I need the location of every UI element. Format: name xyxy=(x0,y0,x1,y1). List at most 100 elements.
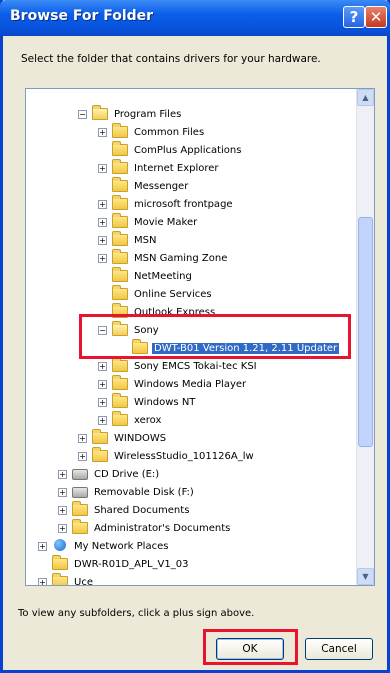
tree-item-label: NetMeeting xyxy=(134,270,192,282)
expand-icon[interactable]: + xyxy=(98,127,107,137)
help-button[interactable]: ? xyxy=(343,6,365,28)
expand-icon[interactable]: + xyxy=(98,235,107,245)
folder-icon xyxy=(52,573,68,585)
expand-icon[interactable]: + xyxy=(98,253,107,263)
folder-icon xyxy=(112,249,128,264)
tree-item-label: MSN Gaming Zone xyxy=(134,252,228,264)
tree-item-dwt-b01-updater[interactable]: DWT-B01 Version 1.21, 2.11 Updater xyxy=(118,339,340,357)
tree-item-label: Uce xyxy=(74,576,93,586)
tree-item-movie-maker[interactable]: + Movie Maker xyxy=(98,213,199,231)
tree-item-label: Common Files xyxy=(134,126,205,138)
tree-item-xerox[interactable]: + xerox xyxy=(98,411,163,429)
tree-item-netmeeting[interactable]: NetMeeting xyxy=(98,267,194,285)
tree-item-label: ComPlus Applications xyxy=(134,144,242,156)
folder-icon xyxy=(52,555,68,570)
tree-item-windows-nt[interactable]: + Windows NT xyxy=(98,393,197,411)
tree-item-outlook-express[interactable]: Outlook Express xyxy=(98,303,217,321)
expand-icon[interactable]: + xyxy=(78,433,87,443)
tree-item-label: Windows Media Player xyxy=(134,378,247,390)
collapse-icon[interactable]: − xyxy=(98,325,107,335)
subfolder-hint: To view any subfolders, click a plus sig… xyxy=(18,608,255,619)
folder-icon xyxy=(92,429,108,444)
instruction-text: Select the folder that contains drivers … xyxy=(21,53,321,65)
expand-icon[interactable]: + xyxy=(58,505,67,515)
tree-item-program-files[interactable]: − Program Files xyxy=(78,105,183,123)
tree-item-sony[interactable]: − Sony xyxy=(98,321,161,339)
tree-item-label: Shared Documents xyxy=(94,504,190,516)
expand-icon[interactable]: + xyxy=(98,217,107,227)
expand-icon[interactable]: + xyxy=(98,163,107,173)
scroll-up-icon[interactable]: ▲ xyxy=(357,89,374,106)
expand-icon[interactable]: + xyxy=(98,199,107,209)
tree-item-label-selected: DWT-B01 Version 1.21, 2.11 Updater xyxy=(152,342,340,354)
folder-icon xyxy=(72,501,88,516)
scroll-down-icon[interactable]: ▼ xyxy=(357,568,374,585)
collapse-icon[interactable]: − xyxy=(78,109,87,119)
tree-item-dwr-r01d[interactable]: DWR-R01D_APL_V1_03 xyxy=(38,555,190,573)
cancel-button[interactable]: Cancel xyxy=(305,638,373,660)
folder-icon xyxy=(112,231,128,246)
folder-icon xyxy=(112,141,128,156)
vertical-scrollbar[interactable]: ▲ ▼ xyxy=(356,89,374,585)
expand-icon[interactable]: + xyxy=(78,451,87,461)
tree-item-messenger[interactable]: Messenger xyxy=(98,177,190,195)
folder-icon xyxy=(112,123,128,138)
tree-item-windows-media-player[interactable]: + Windows Media Player xyxy=(98,375,248,393)
folder-icon xyxy=(112,285,128,300)
tree-item-internet-explorer[interactable]: + Internet Explorer xyxy=(98,159,221,177)
tree-item-shared-documents[interactable]: + Shared Documents xyxy=(58,501,191,519)
expand-icon[interactable]: + xyxy=(58,523,67,533)
tree-item-my-network-places[interactable]: + My Network Places xyxy=(38,537,170,555)
tree-item-online-services[interactable]: Online Services xyxy=(98,285,214,303)
folder-icon xyxy=(112,195,128,210)
folder-icon xyxy=(112,357,128,372)
expand-icon[interactable]: + xyxy=(98,379,107,389)
expand-icon[interactable]: + xyxy=(38,577,47,585)
folder-icon xyxy=(112,267,128,282)
close-button[interactable]: ✕ xyxy=(365,6,387,28)
folder-icon xyxy=(72,519,88,534)
ok-button[interactable]: OK xyxy=(216,638,284,660)
tree-item-label: Windows NT xyxy=(134,396,196,408)
folder-icon xyxy=(112,411,128,426)
tree-item-label: My Network Places xyxy=(74,540,169,552)
expand-icon[interactable]: + xyxy=(98,415,107,425)
tree-item-label: WirelessStudio_101126A_lw xyxy=(114,450,254,462)
tree-item-msn-gaming-zone[interactable]: + MSN Gaming Zone xyxy=(98,249,229,267)
folder-tree[interactable]: − Program Files + Common Files ComPlus A… xyxy=(25,88,375,586)
expand-icon[interactable]: + xyxy=(58,487,67,497)
expand-icon[interactable]: + xyxy=(58,469,67,479)
tree-item-msn[interactable]: + MSN xyxy=(98,231,158,249)
tree-item-label: Movie Maker xyxy=(134,216,198,228)
folder-open-icon xyxy=(112,321,128,336)
tree-item-label: MSN xyxy=(134,234,157,246)
title-bar[interactable]: Browse For Folder ? ✕ xyxy=(0,0,390,36)
tree-item-removable-disk[interactable]: + Removable Disk (F:) xyxy=(58,483,196,501)
tree-item-cd-drive[interactable]: + CD Drive (E:) xyxy=(58,465,161,483)
tree-item-microsoft-frontpage[interactable]: + microsoft frontpage xyxy=(98,195,235,213)
expand-icon[interactable]: + xyxy=(98,361,107,371)
tree-item-label: Sony EMCS Tokai-tec KSI xyxy=(134,360,257,372)
tree-item-label: Online Services xyxy=(134,288,212,300)
tree-item-label: Removable Disk (F:) xyxy=(94,486,194,498)
tree-item-common-files[interactable]: + Common Files xyxy=(98,123,206,141)
tree-item-complus-applications[interactable]: ComPlus Applications xyxy=(98,141,243,159)
tree-item-administrators-documents[interactable]: + Administrator's Documents xyxy=(58,519,232,537)
expand-icon[interactable]: + xyxy=(38,541,47,551)
folder-icon xyxy=(112,303,128,318)
tree-item-uce[interactable]: + Uce xyxy=(38,573,95,586)
tree-item-sony-emcs[interactable]: + Sony EMCS Tokai-tec KSI xyxy=(98,357,259,375)
removable-disk-icon xyxy=(72,486,88,498)
scrollbar-thumb[interactable] xyxy=(358,217,373,447)
folder-icon xyxy=(132,339,148,354)
tree-item-wirelessstudio[interactable]: + WirelessStudio_101126A_lw xyxy=(78,447,256,465)
tree-item-windows[interactable]: + WINDOWS xyxy=(78,429,168,447)
folder-icon xyxy=(112,213,128,228)
folder-icon xyxy=(112,393,128,408)
tree-item-label: CD Drive (E:) xyxy=(94,468,160,480)
tree-item-label: Sony xyxy=(134,324,159,336)
window-title: Browse For Folder xyxy=(10,8,154,24)
expand-icon[interactable]: + xyxy=(98,397,107,407)
tree-item-label: Messenger xyxy=(134,180,189,192)
tree-item-label: microsoft frontpage xyxy=(134,198,233,210)
